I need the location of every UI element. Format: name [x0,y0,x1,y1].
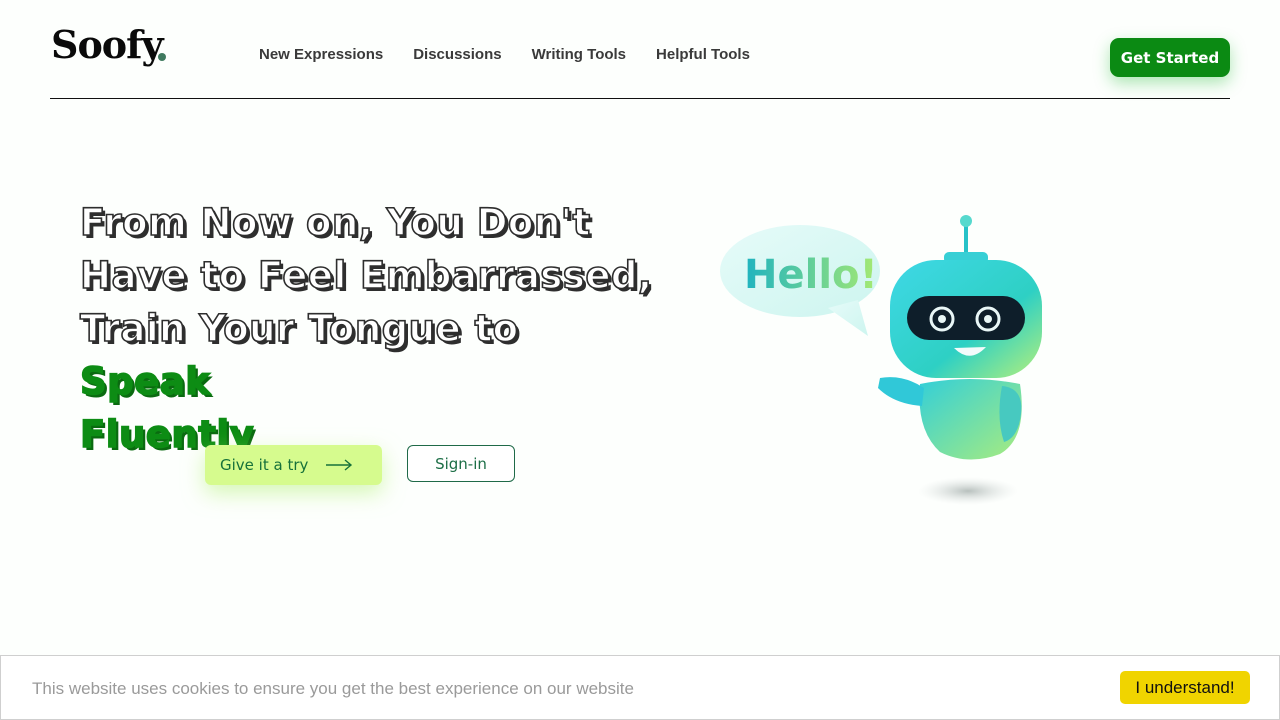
speech-bubble: Hello! [720,225,880,336]
hero-highlight-speak: Speak [79,359,211,404]
main-nav: New Expressions Discussions Writing Tool… [259,46,750,63]
nav-discussions[interactable]: Discussions [413,46,501,63]
hero-line-3: Train Your Tongue to [79,306,519,351]
site-header: Soofy New Expressions Discussions Writin… [50,0,1230,99]
get-started-button[interactable]: Get Started [1110,38,1230,77]
cookie-accept-button[interactable]: I understand! [1120,671,1250,704]
bubble-hello-text: Hello! [744,252,878,298]
logo[interactable]: Soofy [51,22,164,67]
give-it-a-try-button[interactable]: Give it a try [205,445,382,485]
robot-illustration: Hello! [720,215,1042,505]
sign-in-button[interactable]: Sign-in [407,445,515,482]
nav-helpful-tools[interactable]: Helpful Tools [656,46,750,63]
cookie-message: This website uses cookies to ensure you … [32,679,634,698]
logo-dot [158,53,166,61]
cookie-banner: This website uses cookies to ensure you … [0,655,1280,720]
arrow-right-icon [326,459,353,471]
give-it-a-try-label: Give it a try [220,456,309,474]
nav-writing-tools[interactable]: Writing Tools [532,46,626,63]
hero-line-1: From Now on, You Don't [79,200,591,245]
hero-title: From Now on, You Don't Have to Feel Emba… [79,196,660,461]
nav-new-expressions[interactable]: New Expressions [259,46,383,63]
hero-line-2: Have to Feel Embarrassed, [79,253,653,298]
